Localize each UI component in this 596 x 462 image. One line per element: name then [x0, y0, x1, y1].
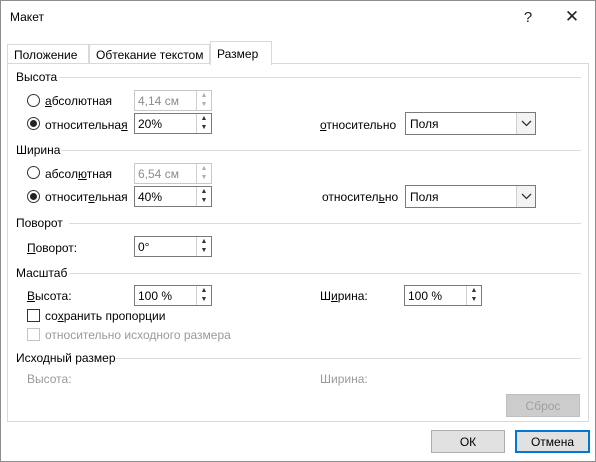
scale-width-arrows: ▲ ▼: [466, 286, 481, 305]
height-absolute-radio[interactable]: [27, 94, 40, 107]
tab-text-wrapping-label: Обтекание текстом: [96, 48, 204, 62]
spin-down-icon[interactable]: ▼: [467, 295, 481, 304]
spin-up-icon[interactable]: ▲: [197, 164, 211, 173]
chevron-down-icon[interactable]: [516, 113, 535, 134]
scale-group-divider: [69, 273, 581, 274]
scale-height-label: Высота:: [27, 289, 72, 303]
rotation-spinner[interactable]: 0° ▲ ▼: [134, 236, 212, 257]
scale-height-value: 100 %: [138, 289, 173, 303]
spin-up-icon[interactable]: ▲: [197, 237, 211, 246]
width-group-title: Ширина: [16, 143, 61, 157]
height-relative-to-select[interactable]: Поля: [405, 112, 536, 135]
width-absolute-value: 6,54 см: [138, 167, 179, 181]
tab-size[interactable]: Размер: [210, 41, 272, 65]
dialog-title: Макет: [10, 10, 44, 24]
scale-width-label: Ширина:: [320, 289, 368, 303]
title-bar: Макет ? ✕: [1, 1, 595, 33]
height-relative-value: 20%: [138, 117, 163, 131]
height-relative-spinner[interactable]: 20% ▲ ▼: [134, 113, 212, 134]
width-relative-value: 40%: [138, 190, 163, 204]
rotation-group-divider: [69, 223, 581, 224]
spin-up-icon[interactable]: ▲: [467, 286, 481, 295]
original-height-label: Высота:: [27, 372, 72, 386]
height-absolute-label: абсолютная: [45, 94, 113, 108]
scale-width-spinner[interactable]: 100 % ▲ ▼: [404, 285, 482, 306]
width-group-divider: [61, 150, 581, 151]
rotation-group-title: Поворот: [16, 216, 63, 230]
width-relative-to-label: относительно: [322, 190, 399, 204]
height-absolute-spinner[interactable]: 4,14 см ▲ ▼: [134, 90, 212, 111]
tab-position[interactable]: Положение: [7, 44, 89, 64]
width-relative-to-value: Поля: [410, 190, 439, 204]
relative-original-size-checkbox[interactable]: [27, 328, 40, 341]
close-button[interactable]: ✕: [550, 1, 594, 33]
reset-button-label: Сброс: [525, 398, 561, 413]
scale-height-spinner[interactable]: 100 % ▲ ▼: [134, 285, 212, 306]
spin-down-icon[interactable]: ▼: [197, 295, 211, 304]
height-group-divider: [59, 77, 581, 78]
reset-button[interactable]: Сброс: [506, 394, 580, 417]
ok-button[interactable]: ОК: [431, 430, 505, 453]
close-icon: ✕: [564, 7, 580, 26]
width-absolute-radio[interactable]: [27, 166, 40, 179]
spin-up-icon[interactable]: ▲: [197, 286, 211, 295]
rotation-arrows: ▲ ▼: [196, 237, 211, 256]
spin-down-icon[interactable]: ▼: [197, 246, 211, 255]
height-absolute-arrows: ▲ ▼: [196, 91, 211, 110]
ok-button-label: ОК: [459, 434, 477, 449]
scale-height-arrows: ▲ ▼: [196, 286, 211, 305]
height-group-title: Высота: [16, 70, 58, 84]
width-absolute-label: абсолютная: [45, 167, 113, 181]
width-relative-spinner[interactable]: 40% ▲ ▼: [134, 186, 212, 207]
height-relative-label: относительная: [45, 118, 128, 132]
tab-position-label: Положение: [14, 48, 78, 62]
original-size-group-divider: [115, 358, 581, 359]
width-relative-radio[interactable]: [27, 190, 40, 203]
relative-original-size-label: относительно исходного размера: [45, 328, 231, 342]
layout-dialog: Макет ? ✕ Положение Обтекание текстом Ра…: [0, 0, 596, 462]
rotation-label: Поворот:: [27, 241, 78, 255]
rotation-value: 0°: [138, 240, 150, 254]
help-icon: ?: [523, 8, 533, 26]
spin-up-icon[interactable]: ▲: [197, 114, 211, 123]
original-width-label: Ширина:: [320, 372, 368, 386]
spin-up-icon[interactable]: ▲: [197, 187, 211, 196]
height-relative-radio[interactable]: [27, 117, 40, 130]
tab-size-label: Размер: [217, 47, 259, 61]
original-size-group-title: Исходный размер: [16, 351, 116, 365]
spin-down-icon[interactable]: ▼: [197, 123, 211, 132]
chevron-down-icon[interactable]: [516, 186, 535, 207]
lock-aspect-ratio-checkbox[interactable]: [27, 309, 40, 322]
scale-group-title: Масштаб: [16, 266, 68, 280]
spin-down-icon[interactable]: ▼: [197, 196, 211, 205]
spin-up-icon[interactable]: ▲: [197, 91, 211, 100]
height-relative-arrows: ▲ ▼: [196, 114, 211, 133]
width-relative-to-select[interactable]: Поля: [405, 185, 536, 208]
height-relative-to-value: Поля: [410, 117, 439, 131]
cancel-button[interactable]: Отмена: [515, 430, 590, 453]
width-relative-label: относительная: [45, 190, 128, 204]
height-relative-to-label: относительно: [320, 118, 397, 132]
width-absolute-arrows: ▲ ▼: [196, 164, 211, 183]
lock-aspect-ratio-label: сохранить пропорции: [45, 309, 166, 323]
cancel-button-label: Отмена: [530, 434, 575, 449]
width-absolute-spinner[interactable]: 6,54 см ▲ ▼: [134, 163, 212, 184]
tab-text-wrapping[interactable]: Обтекание текстом: [89, 44, 210, 64]
spin-down-icon[interactable]: ▼: [197, 173, 211, 182]
spin-down-icon[interactable]: ▼: [197, 100, 211, 109]
scale-width-value: 100 %: [408, 289, 443, 303]
width-relative-arrows: ▲ ▼: [196, 187, 211, 206]
height-absolute-value: 4,14 см: [138, 94, 179, 108]
help-button[interactable]: ?: [506, 1, 550, 33]
